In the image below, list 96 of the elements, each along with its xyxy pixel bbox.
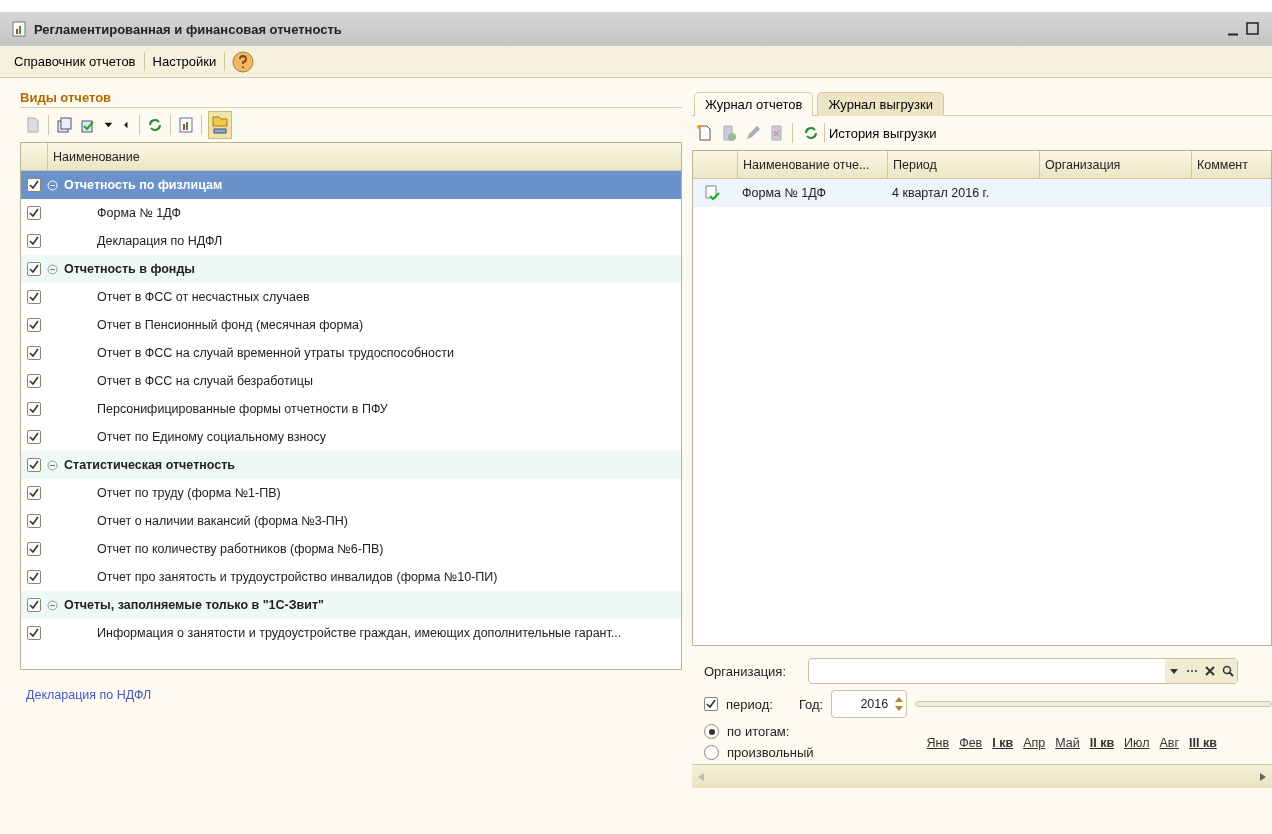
checkbox[interactable] xyxy=(27,290,41,304)
report-name: Отчет по количеству работников (форма №6-ПВ) xyxy=(96,542,384,556)
section-title: Виды отчетов xyxy=(20,90,682,108)
checkbox[interactable] xyxy=(27,458,41,472)
period-link[interactable]: Апр xyxy=(1023,736,1046,750)
column-header: Организация xyxy=(1039,151,1191,178)
help-icon[interactable] xyxy=(231,49,256,74)
tab[interactable]: Журнал выгрузки xyxy=(817,92,944,116)
refresh-icon xyxy=(146,116,164,134)
pencil-icon xyxy=(744,124,762,142)
report-name: Персонифицированные формы отчетности в ПФУ xyxy=(96,402,388,416)
collapse-icon[interactable] xyxy=(47,459,58,471)
column-header: Коммент xyxy=(1191,151,1271,178)
document-icon xyxy=(24,116,42,134)
checkbox[interactable] xyxy=(27,234,41,248)
report-link[interactable]: Декларация по НДФЛ xyxy=(26,688,682,702)
column-header: Период xyxy=(887,151,1039,178)
ellipsis-icon[interactable] xyxy=(1186,669,1198,673)
report-name: Отчет о наличии вакансий (форма №3-ПН) xyxy=(96,514,348,528)
report-name: Отчет про занятость и трудоустройство инвалидов (форма №10-ПИ) xyxy=(96,570,498,584)
close-icon[interactable] xyxy=(1205,666,1215,676)
checkbox[interactable] xyxy=(27,318,41,332)
report-name: Декларация по НДФЛ xyxy=(96,234,223,248)
period-link[interactable]: III кв xyxy=(1189,736,1217,750)
column-header: Наименование xyxy=(47,143,681,170)
table-cell-text: Форма № 1ДФ xyxy=(741,186,827,200)
maximize-icon xyxy=(1244,20,1262,38)
window-title: Регламентированная и финансовая отчетность xyxy=(34,21,343,37)
radio-button[interactable] xyxy=(704,724,719,739)
period-link[interactable]: Май xyxy=(1055,736,1080,750)
checkbox[interactable] xyxy=(27,402,41,416)
tab[interactable]: Журнал отчетов xyxy=(694,92,814,116)
checkbox[interactable] xyxy=(27,374,41,388)
checkbox[interactable] xyxy=(27,514,41,528)
checkbox-label: период: xyxy=(726,696,773,712)
group-label: Статистическая отчетность xyxy=(64,458,236,472)
radio-label: по итогам: xyxy=(727,724,790,739)
checkbox[interactable] xyxy=(27,262,41,276)
field-label: Год: xyxy=(798,696,824,712)
copy-icon xyxy=(55,116,73,134)
report-name: Информация о занятости и трудоустройстве граждан, имеющих дополнительные гарант... xyxy=(96,626,622,640)
period-link[interactable]: II кв xyxy=(1089,736,1115,750)
group-label: Отчетность в фонды xyxy=(64,262,195,276)
folder-view-button[interactable] xyxy=(208,111,232,139)
group-label: Отчеты, заполняемые только в "1С-Звит" xyxy=(64,598,324,612)
checkbox[interactable] xyxy=(27,430,41,444)
report-name: Отчет по труду (форма №1-ПВ) xyxy=(96,486,281,500)
report-name: Форма № 1ДФ xyxy=(96,206,181,220)
scroll-right-icon[interactable] xyxy=(1260,772,1266,781)
organization-field[interactable] xyxy=(808,658,1238,684)
report-icon xyxy=(177,116,195,134)
checkbox[interactable] xyxy=(27,570,41,584)
menu-item[interactable]: Настройки xyxy=(144,52,226,71)
report-name: Отчет по Единому социальному взносу xyxy=(96,430,326,444)
checkbox[interactable] xyxy=(27,598,41,612)
period-link[interactable]: I кв xyxy=(992,736,1014,750)
dropdown-button[interactable] xyxy=(1165,659,1183,683)
search-button[interactable] xyxy=(1219,659,1237,683)
collapse-icon[interactable] xyxy=(47,599,58,611)
period-checkbox[interactable] xyxy=(704,697,718,711)
report-icon xyxy=(10,20,28,38)
radio-button[interactable] xyxy=(704,745,719,760)
period-link[interactable]: Июл xyxy=(1124,736,1150,750)
year-field[interactable]: 2016 xyxy=(831,690,908,718)
menu-item[interactable]: Справочник отчетов xyxy=(6,52,145,71)
column-header: Наименование отче... xyxy=(737,151,887,178)
copy-document-icon xyxy=(720,124,738,142)
table-cell-text: 4 квартал 2016 г. xyxy=(891,186,991,200)
group-label: Отчетность по физлицам xyxy=(64,178,223,192)
search-icon[interactable] xyxy=(1222,665,1234,677)
field-label: Организация: xyxy=(704,663,788,679)
report-name: Отчет в ФСС на случай временной утраты трудоспособности xyxy=(96,346,454,360)
group-row[interactable]: Отчетность в фонды xyxy=(21,255,681,283)
period-link[interactable]: Янв xyxy=(926,736,950,750)
checkbox[interactable] xyxy=(27,626,41,640)
checkbox[interactable] xyxy=(27,542,41,556)
report-name: Отчет в ФСС на случай безработицы xyxy=(96,374,313,388)
period-link[interactable]: Фев xyxy=(959,736,983,750)
checkbox[interactable] xyxy=(27,346,41,360)
radio-label: произвольный xyxy=(727,745,814,760)
new-document-icon xyxy=(696,124,714,142)
checkbox[interactable] xyxy=(27,206,41,220)
history-button[interactable]: История выгрузки xyxy=(799,120,940,146)
checkbox[interactable] xyxy=(27,486,41,500)
table-row[interactable]: Форма № 1ДФ 4 квартал 2016 г. xyxy=(693,179,1271,207)
period-link[interactable]: Авг xyxy=(1159,736,1179,750)
report-name: Отчет в ФСС от несчастных случаев xyxy=(96,290,310,304)
refresh-icon[interactable] xyxy=(802,124,820,142)
checkbox[interactable] xyxy=(27,178,41,192)
document-check-icon xyxy=(703,184,723,202)
minimize-icon[interactable] xyxy=(1228,33,1238,36)
group-row[interactable]: Отчеты, заполняемые только в "1С-Звит" xyxy=(21,591,681,619)
group-row[interactable]: Статистическая отчетность xyxy=(21,451,681,479)
caret-icon[interactable] xyxy=(1170,668,1178,674)
report-name: Отчет в Пенсионный фонд (месячная форма) xyxy=(96,318,364,332)
collapse-icon[interactable] xyxy=(47,263,58,275)
